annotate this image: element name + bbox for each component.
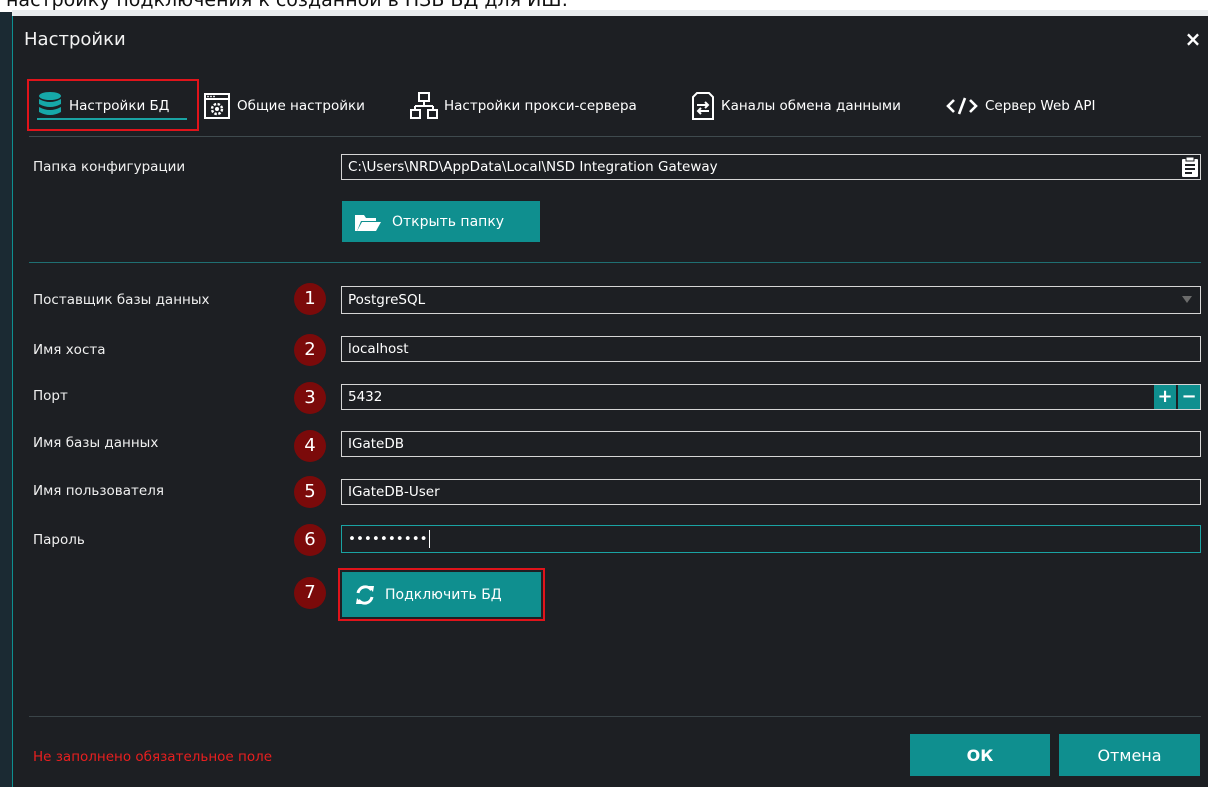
- port-increment-button[interactable]: +: [1154, 385, 1176, 409]
- password-label: Пароль: [33, 532, 85, 548]
- file-exchange-icon: [691, 91, 715, 121]
- config-folder-label: Папка конфигурации: [33, 159, 186, 175]
- refresh-icon: [354, 584, 376, 606]
- database-icon: [37, 91, 63, 121]
- cancel-button[interactable]: Отмена: [1059, 734, 1200, 776]
- connect-db-button[interactable]: Подключить БД: [342, 572, 541, 617]
- tab-general-settings[interactable]: Общие настройки: [203, 82, 365, 130]
- dbname-label: Имя базы данных: [33, 435, 159, 451]
- close-button[interactable]: ×: [1182, 28, 1204, 50]
- port-decrement-button[interactable]: −: [1178, 385, 1200, 409]
- chevron-down-icon: [1182, 296, 1192, 303]
- tab-db-settings[interactable]: Настройки БД: [37, 82, 169, 130]
- clipboard-icon[interactable]: [1182, 156, 1198, 177]
- password-input[interactable]: ••••••••••: [341, 525, 1201, 553]
- settings-dialog: Настройки × Настройки БД Общие настройки…: [12, 16, 1208, 787]
- dbname-input[interactable]: IGateDB: [341, 431, 1201, 457]
- footer-divider: [29, 716, 1201, 717]
- dialog-title: Настройки: [24, 29, 126, 50]
- step-badge-3: 3: [294, 382, 326, 414]
- background-app-sidebar: [0, 12, 12, 787]
- username-label: Имя пользователя: [33, 483, 164, 499]
- tab-proxy-settings-label: Настройки прокси-сервера: [444, 98, 637, 114]
- tab-data-channels[interactable]: Каналы обмена данными: [691, 82, 901, 130]
- code-icon: [945, 96, 979, 116]
- tab-db-settings-label: Настройки БД: [69, 98, 170, 114]
- tab-proxy-settings[interactable]: Настройки прокси-сервера: [410, 82, 637, 130]
- step-badge-5: 5: [294, 476, 326, 508]
- port-label: Порт: [33, 388, 68, 404]
- config-folder-field[interactable]: C:\Users\NRD\AppData\Local\NSD Integrati…: [341, 154, 1201, 180]
- folder-icon: [354, 212, 382, 232]
- password-value: ••••••••••: [348, 531, 428, 547]
- settings-window-icon: [203, 92, 231, 120]
- port-stepper[interactable]: 5432 + −: [341, 384, 1201, 410]
- step-badge-7: 7: [294, 577, 326, 609]
- provider-value: PostgreSQL: [348, 292, 426, 308]
- provider-select[interactable]: PostgreSQL: [341, 286, 1201, 314]
- step-badge-1: 1: [294, 283, 326, 315]
- tab-web-api-server-label: Сервер Web API: [985, 98, 1096, 114]
- host-label: Имя хоста: [33, 342, 106, 358]
- connect-db-label: Подключить БД: [385, 586, 502, 603]
- open-folder-label: Открыть папку: [392, 213, 505, 230]
- tabs-divider: [29, 136, 1201, 137]
- username-input[interactable]: IGateDB-User: [341, 479, 1201, 505]
- text-caret: [428, 530, 430, 548]
- config-folder-value: C:\Users\NRD\AppData\Local\NSD Integrati…: [348, 159, 718, 175]
- host-input[interactable]: localhost: [341, 336, 1201, 362]
- step-badge-2: 2: [294, 334, 326, 366]
- ok-button[interactable]: ОК: [910, 734, 1050, 776]
- tab-data-channels-label: Каналы обмена данными: [721, 98, 901, 114]
- section-divider: [29, 262, 1201, 263]
- step-badge-6: 6: [294, 524, 326, 556]
- tab-general-settings-label: Общие настройки: [237, 98, 365, 114]
- tab-web-api-server[interactable]: Сервер Web API: [945, 82, 1096, 130]
- dialog-titlebar: Настройки ×: [13, 16, 1208, 68]
- port-value: 5432: [348, 389, 383, 405]
- provider-label: Поставщик базы данных: [33, 292, 210, 308]
- validation-error: Не заполнено обязательное поле: [33, 749, 273, 765]
- step-badge-4: 4: [294, 430, 326, 462]
- tab-bar: Настройки БД Общие настройки Настройки п…: [13, 82, 1208, 130]
- open-folder-button[interactable]: Открыть папку: [342, 201, 540, 242]
- network-icon: [410, 91, 438, 121]
